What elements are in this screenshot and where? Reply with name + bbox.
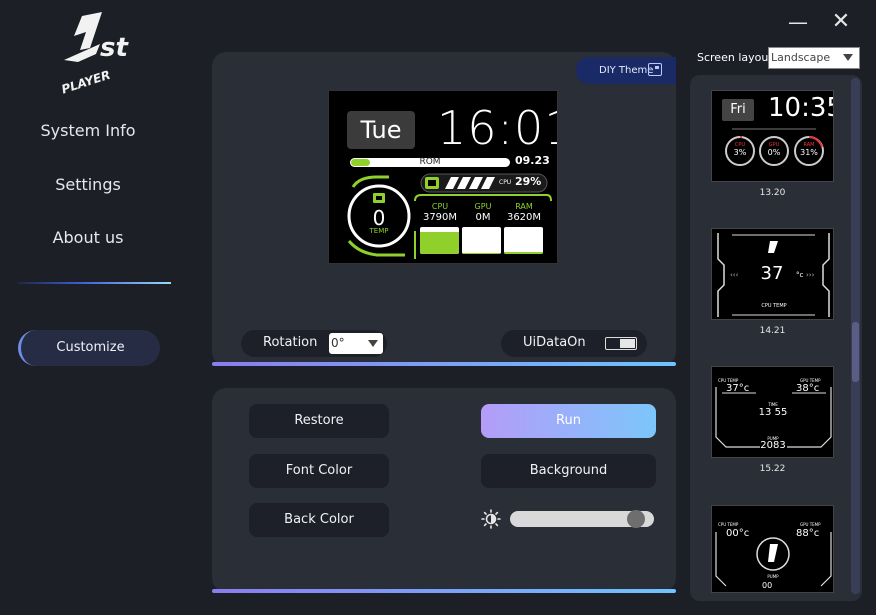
minimize-icon[interactable]: — — [786, 10, 810, 34]
svg-text:PLAYER: PLAYER — [60, 68, 112, 94]
theme-temp: 37 — [760, 263, 784, 284]
theme-pump: 2083 — [760, 440, 786, 451]
svg-text:st: st — [100, 33, 129, 63]
sidebar-item-system-info[interactable]: System Info — [20, 121, 156, 140]
svg-text:00°c: 00°c — [726, 528, 749, 539]
svg-text:‹‹‹: ‹‹‹ — [730, 271, 739, 279]
theme-label: GPU TEMP — [800, 522, 821, 527]
close-icon[interactable]: ✕ — [829, 10, 853, 34]
rotation-label: Rotation — [263, 335, 318, 350]
theme-label: GPU TEMP — [800, 378, 821, 383]
lcd-col-header: CPU — [431, 202, 449, 211]
theme-label: CPU TEMP — [718, 378, 739, 383]
edit-frame-icon — [648, 63, 662, 76]
restore-button[interactable]: Restore — [249, 404, 389, 438]
svg-text:°c: °c — [796, 271, 804, 279]
theme-thumbnail[interactable]: 37°c 38°c CPU TEMP GPU TEMP TIME 13 55 P… — [711, 366, 834, 458]
lcd-col-gpu: GPU 0M — [462, 202, 504, 223]
lcd-col-cpu: CPU 3790M — [419, 202, 461, 223]
customize-button[interactable]: Customize — [18, 330, 160, 366]
preview-accent-bar — [212, 362, 676, 366]
lcd-box-ram — [504, 227, 543, 254]
actions-accent-bar — [212, 589, 676, 593]
screen-layout-select[interactable]: Landscape — [768, 47, 860, 69]
theme-list-scroll-thumb[interactable] — [852, 322, 859, 382]
sun-icon — [481, 509, 501, 529]
theme-gauge-value: 31% — [800, 148, 818, 157]
lcd-temp-label: TEMP — [369, 227, 389, 235]
uidata-control: UiDataOn — [501, 330, 647, 357]
lcd-box-fill — [420, 232, 459, 254]
lcd-box-gpu — [462, 227, 501, 254]
diy-theme-label: DIY Theme — [599, 65, 654, 76]
svg-text:›››: ››› — [806, 271, 815, 279]
1st-player-logo: st PLAYER — [60, 12, 129, 94]
svg-text:37°c: 37°c — [726, 383, 749, 394]
svg-text:00: 00 — [762, 581, 772, 590]
toggle-knob — [620, 339, 635, 348]
lcd-col-header: RAM — [515, 202, 533, 211]
svg-text:38°c: 38°c — [796, 383, 819, 394]
uidata-toggle[interactable] — [605, 337, 637, 350]
chevron-down-icon — [843, 54, 853, 61]
back-color-button[interactable]: Back Color — [249, 503, 389, 537]
sidebar-item-settings[interactable]: Settings — [20, 175, 156, 194]
theme-caption: 14.21 — [759, 326, 786, 336]
theme-gauge-value: 0% — [767, 148, 781, 157]
font-color-button[interactable]: Font Color — [249, 454, 389, 488]
lcd-cpu-small-label: CPU — [499, 179, 512, 186]
lcd-col-value: 3790M — [422, 212, 458, 223]
theme-label: CPU TEMP — [761, 303, 787, 309]
theme-gauge-value: 3% — [733, 148, 747, 157]
svg-text:88°c: 88°c — [796, 528, 819, 539]
theme-thumbnail[interactable]: 00°c 88°c 00 CPU TEMP GPU TEMP PUMP — [711, 505, 834, 593]
sidebar-item-about-us[interactable]: About us — [20, 228, 156, 247]
lcd-box-fill — [462, 252, 501, 254]
background-button[interactable]: Background — [481, 454, 656, 488]
lcd-box-cpu — [420, 227, 459, 254]
theme-thumbnail[interactable]: ‹‹‹ ››› °c 37 CPU TEMP — [711, 228, 834, 320]
lcd-col-value: 3620M — [506, 212, 542, 223]
lcd-col-value: 0M — [475, 212, 491, 223]
diy-theme-button[interactable]: DIY Theme — [576, 57, 676, 84]
theme-caption: 15.22 — [759, 464, 786, 474]
sidebar-divider — [18, 282, 171, 284]
lcd-col-header: GPU — [474, 202, 492, 211]
lcd-cpu-percent: 29% — [515, 175, 542, 188]
rotation-control: Rotation 0° — [241, 330, 387, 357]
theme-label: PUMP — [767, 574, 779, 579]
lcd-preview-screen: Tue 16:01 ROM 09.23 CPU 29% 0 TEMP CPU 3… — [328, 90, 558, 264]
rotation-select[interactable]: 0° — [329, 333, 383, 354]
theme-thumbnail[interactable]: Fri 10:35 CPU GPU RAM 3% 0% 31% — [711, 90, 834, 182]
theme-label: CPU TEMP — [718, 522, 739, 527]
lcd-box-fill — [504, 251, 543, 254]
brightness-slider-handle[interactable] — [627, 510, 646, 528]
rotation-value: 0° — [331, 336, 345, 350]
screen-layout-value: Landscape — [771, 51, 831, 64]
brightness-slider[interactable] — [510, 510, 654, 528]
theme-caption: 13.20 — [759, 188, 786, 198]
run-button[interactable]: Run — [481, 404, 656, 438]
uidata-label: UiDataOn — [523, 335, 586, 350]
theme-time: 13 55 — [758, 407, 788, 418]
screen-layout-label: Screen layout — [697, 51, 773, 64]
lcd-col-ram: RAM 3620M — [503, 202, 545, 223]
theme-decor — [725, 128, 824, 166]
theme-decor: 00°c 88°c 00 — [715, 528, 832, 590]
chevron-down-icon — [368, 340, 378, 347]
